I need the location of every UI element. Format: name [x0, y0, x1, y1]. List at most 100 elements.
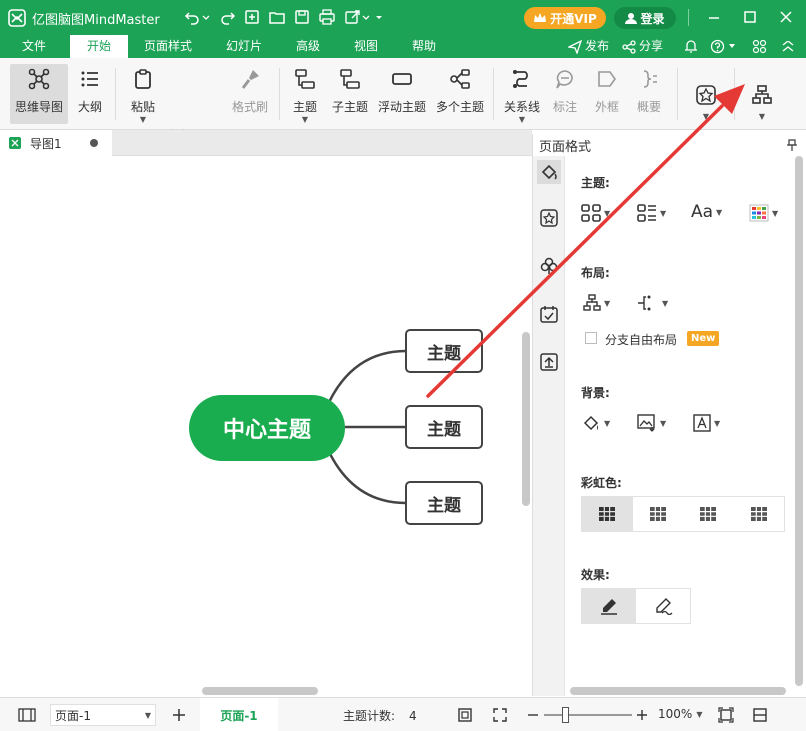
- menu-page-style[interactable]: 页面样式: [136, 35, 200, 58]
- paste-label: 粘贴: [130, 100, 155, 114]
- document-tab[interactable]: 导图1: [0, 130, 112, 156]
- multiple-topics-button[interactable]: 多个主题: [434, 64, 486, 124]
- rainbow-option[interactable]: [582, 497, 633, 531]
- collapse-ribbon-icon[interactable]: [782, 41, 794, 52]
- redo-icon[interactable]: [220, 9, 236, 25]
- save-icon[interactable]: [294, 9, 310, 25]
- undo-icon[interactable]: [184, 9, 200, 25]
- layout-button[interactable]: ▼: [744, 64, 780, 124]
- format-painter-button[interactable]: 格式刷: [228, 64, 272, 124]
- topic-dropdown-icon[interactable]: ▼: [302, 115, 308, 124]
- rainbow-option[interactable]: [633, 497, 684, 531]
- topic-node[interactable]: 主题: [405, 481, 483, 525]
- central-topic-label: 中心主题: [222, 418, 311, 443]
- menu-file[interactable]: 文件: [8, 35, 60, 58]
- effect-option-normal[interactable]: [582, 589, 636, 623]
- insert-dropdown-icon[interactable]: ▼: [703, 112, 709, 121]
- theme-style-dropdown[interactable]: ▼: [581, 204, 610, 222]
- zoom-level-dropdown[interactable]: 100% ▼: [658, 707, 702, 721]
- layout-dropdown-icon[interactable]: ▼: [759, 112, 765, 121]
- insert-clipart-button[interactable]: ▼: [688, 64, 724, 124]
- split-view-icon[interactable]: [752, 707, 768, 723]
- background-image-dropdown[interactable]: ▼: [637, 414, 666, 432]
- callout-button[interactable]: 标注: [548, 64, 582, 124]
- canvas-vertical-scroll-thumb[interactable]: [522, 332, 530, 506]
- add-page-icon[interactable]: [171, 707, 187, 723]
- side-format-button[interactable]: [537, 160, 561, 184]
- canvas-horizontal-scroll-thumb[interactable]: [202, 687, 318, 695]
- vip-button[interactable]: 开通VIP: [524, 7, 606, 29]
- side-tasks-button[interactable]: [537, 302, 561, 326]
- theme-color-dropdown[interactable]: ▼: [749, 204, 778, 222]
- share-button[interactable]: 分享: [622, 35, 663, 58]
- background-color-dropdown[interactable]: ▼: [583, 414, 610, 432]
- help-icon[interactable]: [710, 39, 725, 54]
- close-icon[interactable]: [778, 9, 794, 25]
- unsaved-dot-icon[interactable]: [90, 139, 98, 147]
- page-select[interactable]: 页面-1 ▼: [50, 704, 156, 726]
- topic-node[interactable]: 主题: [405, 329, 483, 373]
- minimize-icon[interactable]: [706, 9, 722, 25]
- relationship-button[interactable]: 关系线 ▼: [501, 64, 543, 124]
- menu-help[interactable]: 帮助: [400, 35, 448, 58]
- publish-button[interactable]: 发布: [568, 35, 609, 58]
- paste-dropdown-icon[interactable]: ▼: [140, 115, 146, 124]
- menu-home[interactable]: 开始: [70, 35, 128, 58]
- side-export-button[interactable]: [537, 350, 561, 374]
- open-folder-icon[interactable]: [269, 9, 285, 25]
- page-panel-toggle-icon[interactable]: [18, 708, 36, 722]
- topic-node[interactable]: 主题: [405, 405, 483, 449]
- layout-type-dropdown[interactable]: ▼: [583, 294, 610, 312]
- zoom-slider[interactable]: [544, 714, 632, 716]
- side-icons-button[interactable]: [537, 254, 561, 278]
- side-clipart-button[interactable]: [537, 206, 561, 230]
- boundary-button[interactable]: 外框: [590, 64, 624, 124]
- floating-topic-button[interactable]: 浮动主题: [375, 64, 429, 124]
- page-tab-active[interactable]: 页面-1: [200, 698, 278, 731]
- fit-width-icon[interactable]: [718, 707, 734, 723]
- central-topic-node[interactable]: 中心主题: [189, 395, 345, 461]
- quick-access-more-icon[interactable]: [375, 9, 383, 25]
- outline-view-button[interactable]: 大纲: [72, 64, 108, 124]
- theme-font-dropdown[interactable]: Aa ▼: [691, 202, 722, 222]
- new-file-icon[interactable]: [244, 9, 260, 25]
- relationship-dropdown-icon[interactable]: ▼: [519, 115, 525, 124]
- zoom-in-icon[interactable]: [636, 707, 648, 723]
- print-icon[interactable]: [319, 9, 335, 25]
- menu-view[interactable]: 视图: [342, 35, 390, 58]
- help-dropdown-icon[interactable]: [728, 42, 736, 50]
- theme-list-dropdown[interactable]: ▼: [637, 204, 666, 222]
- connector-style-dropdown[interactable]: ▼: [637, 294, 668, 312]
- maximize-icon[interactable]: [742, 9, 758, 25]
- document-file-icon: [9, 137, 21, 149]
- undo-dropdown-icon[interactable]: [202, 9, 210, 25]
- mindmap-view-button[interactable]: 思维导图: [10, 64, 68, 124]
- watermark-dropdown[interactable]: ▼: [693, 414, 720, 432]
- theme-section-label: 主题:: [581, 176, 610, 190]
- menu-advanced[interactable]: 高级: [284, 35, 332, 58]
- zoom-slider-handle[interactable]: [562, 707, 569, 723]
- export-icon[interactable]: [344, 9, 360, 25]
- effect-option-handdrawn[interactable]: [636, 589, 690, 623]
- ribbon-separator: [493, 68, 494, 120]
- fit-page-icon[interactable]: [457, 707, 473, 723]
- paste-button[interactable]: 粘贴 ▼: [125, 64, 161, 124]
- apps-icon[interactable]: [752, 39, 767, 54]
- menu-slides[interactable]: 幻灯片: [214, 35, 274, 58]
- rainbow-option[interactable]: [683, 497, 734, 531]
- pin-icon[interactable]: [787, 139, 797, 151]
- star-badge-icon: [540, 209, 558, 227]
- panel-horizontal-scroll-thumb[interactable]: [570, 687, 786, 695]
- bell-icon[interactable]: [684, 39, 698, 54]
- topic-button[interactable]: 主题 ▼: [288, 64, 322, 124]
- panel-vertical-scroll-thumb[interactable]: [795, 156, 803, 686]
- summary-button[interactable]: 概要: [632, 64, 666, 124]
- fullscreen-icon[interactable]: [492, 707, 508, 723]
- login-button[interactable]: 登录: [614, 7, 676, 29]
- zoom-out-icon[interactable]: [527, 707, 539, 723]
- export-dropdown-icon[interactable]: [362, 9, 370, 25]
- rainbow-option[interactable]: [734, 497, 785, 531]
- free-layout-checkbox[interactable]: [585, 332, 597, 344]
- subtopic-button[interactable]: 子主题: [330, 64, 370, 124]
- titlebar-separator: [688, 9, 689, 26]
